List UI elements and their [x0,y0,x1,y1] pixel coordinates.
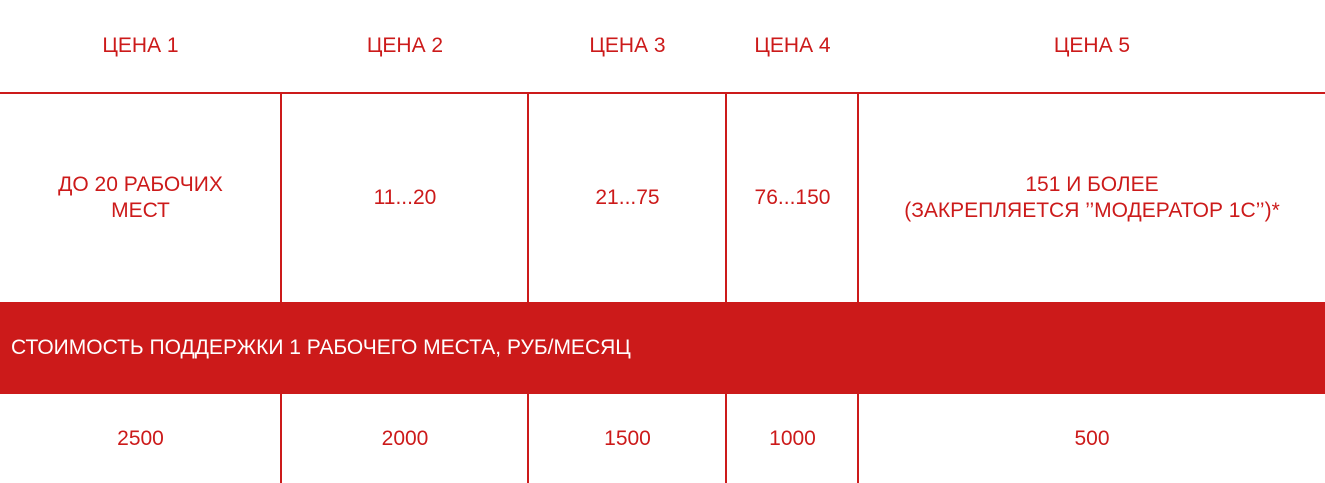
range-cell-4: 76...150 [754,186,831,209]
price-tier-header-3: ЦЕНА 3 [589,34,666,57]
support-cost-band: СТОИМОСТЬ ПОДДЕРЖКИ 1 РАБОЧЕГО МЕСТА, РУ… [0,302,1325,394]
price-cell-1: 2500 [117,426,164,450]
column-divider [280,94,282,302]
price-cell-5: 500 [1074,426,1110,450]
support-cost-label: СТОИМОСТЬ ПОДДЕРЖКИ 1 РАБОЧЕГО МЕСТА, РУ… [11,336,631,359]
column-divider [527,394,529,483]
header-row: ЦЕНА 1 ЦЕНА 2 ЦЕНА 3 ЦЕНА 4 ЦЕНА 5 [0,0,1325,93]
column-divider [857,94,859,302]
price-tier-header-5: ЦЕНА 5 [1053,34,1131,57]
range-cell-5: 151 И БОЛЕЕ (ЗАКРЕПЛЯЕТСЯ ’’МОДЕРАТОР 1С… [904,173,1280,222]
column-divider [527,94,529,302]
pricing-table: ЦЕНА 1 ЦЕНА 2 ЦЕНА 3 ЦЕНА 4 ЦЕНА 5 ДО 20… [0,0,1325,483]
price-tier-header-2: ЦЕНА 2 [366,34,444,57]
range-cell-3: 21...75 [595,186,660,209]
price-cell-3: 1500 [604,426,651,450]
column-divider [857,394,859,483]
price-cell-2: 2000 [381,426,429,450]
range-cell-2: 11...20 [373,186,437,209]
column-divider [725,394,727,483]
price-cell-4: 1000 [769,426,816,450]
price-tier-header-1: ЦЕНА 1 [102,34,179,57]
column-divider [280,394,282,483]
column-divider [725,94,727,302]
price-tier-header-4: ЦЕНА 4 [754,34,831,57]
range-cell-1: ДО 20 РАБОЧИХ МЕСТ [58,173,223,222]
